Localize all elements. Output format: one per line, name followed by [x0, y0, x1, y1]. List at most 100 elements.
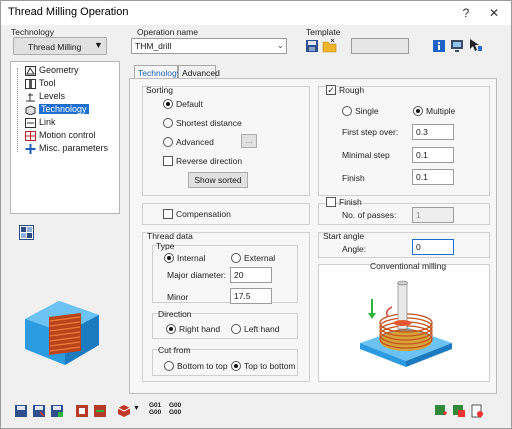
show-sorted-button[interactable]: Show sorted [188, 172, 248, 188]
left-hand-radio[interactable] [231, 324, 241, 334]
thread-milling-dialog: Thread Milling Operation ? ✕ Technology … [0, 0, 512, 429]
save-template-icon[interactable] [305, 39, 319, 53]
single-radio[interactable] [342, 106, 352, 116]
bottom-to-top-label: Bottom to top [177, 361, 228, 371]
gcode-button-2[interactable]: G00 G00 [169, 402, 181, 416]
first-step-over-label: First step over: [342, 127, 399, 137]
sorting-default-label: Default [176, 99, 203, 109]
conventional-milling-label: Conventional milling [370, 261, 447, 271]
major-diameter-label: Major diameter: [167, 270, 227, 280]
geometry-add-icon[interactable] [75, 404, 89, 418]
angle-label: Angle: [342, 244, 367, 254]
compensation-label: Compensation [176, 209, 231, 219]
geometry-remove-icon[interactable] [93, 404, 107, 418]
parameters-tree: Geometry Tool Levels Technology Link Mot… [10, 61, 120, 214]
technology-dropdown[interactable]: Thread Milling ▼ [13, 37, 107, 55]
chevron-down-icon[interactable]: ▼ [133, 405, 140, 412]
thread-part-illustration [25, 301, 99, 365]
conventional-milling-illustration [360, 280, 452, 367]
close-button[interactable]: ✕ [485, 4, 503, 22]
first-step-over-input[interactable]: 0.3 [412, 124, 454, 140]
open-template-icon[interactable] [322, 38, 337, 53]
motion-control-icon [25, 131, 36, 141]
save-close-icon[interactable] [32, 404, 46, 418]
delete-operation-icon[interactable] [470, 404, 484, 418]
geometry-icon [25, 66, 36, 76]
angle-input[interactable]: 0 [412, 239, 454, 255]
top-to-bottom-radio[interactable] [231, 361, 241, 371]
major-diameter-input[interactable]: 20 [230, 267, 272, 283]
help-button[interactable]: ? [457, 4, 475, 22]
external-label: External [244, 253, 276, 263]
layout-icon[interactable] [19, 225, 34, 240]
internal-label: Internal [177, 253, 206, 263]
bottom-toolbar: ▼ G01 G00 G00 G00 [1, 399, 511, 425]
misc-parameters-icon [25, 144, 36, 154]
chevron-down-icon: ⌄ [277, 41, 284, 50]
template-field[interactable] [351, 38, 409, 54]
tree-line [17, 68, 18, 152]
window-title: Thread Milling Operation [8, 6, 129, 18]
info-icon[interactable] [432, 39, 446, 53]
title-bar: Thread Milling Operation ? ✕ [1, 1, 511, 25]
top-to-bottom-label: Top to bottom [244, 361, 296, 371]
passes-input[interactable]: 1 [412, 207, 454, 223]
gcode-button-1[interactable]: G01 G00 [149, 402, 161, 416]
right-hand-label: Right hand [179, 324, 221, 334]
tab-technology[interactable]: Technology [134, 65, 181, 79]
cut-from-label: Cut from [158, 345, 191, 355]
link-icon [25, 118, 36, 128]
operation-name-value: THM_drill [135, 41, 172, 51]
reverse-direction-checkbox[interactable] [163, 156, 173, 166]
technology-panel: Sorting Default Shortest distance Advanc… [129, 78, 497, 394]
reverse-direction-label: Reverse direction [176, 156, 243, 166]
tab-advanced[interactable]: Advanced [178, 65, 220, 79]
finish-step-input[interactable]: 0.1 [412, 169, 454, 185]
finish-label: Finish [339, 197, 362, 207]
external-radio[interactable] [231, 253, 241, 263]
right-hand-radio[interactable] [166, 324, 176, 334]
finish-checkbox[interactable] [326, 197, 336, 207]
sorting-shortest-radio[interactable] [163, 118, 173, 128]
sorting-shortest-label: Shortest distance [176, 118, 242, 128]
start-angle-label: Start angle [323, 231, 365, 241]
sorting-advanced-button[interactable]: ... [241, 134, 257, 148]
direction-label: Direction [158, 309, 192, 319]
type-label: Type [156, 241, 175, 251]
single-label: Single [355, 106, 379, 116]
passes-label: No. of passes: [342, 210, 397, 220]
minimal-step-input[interactable]: 0.1 [412, 147, 454, 163]
operation-name-label: Operation name [137, 27, 198, 37]
save-calculate-icon[interactable] [50, 404, 64, 418]
left-hand-label: Left hand [244, 324, 280, 334]
sorting-default-radio[interactable] [163, 99, 173, 109]
template-label: Template [306, 27, 341, 37]
technology-icon [25, 105, 36, 115]
multiple-label: Multiple [426, 106, 456, 116]
minor-input[interactable]: 17.5 [230, 288, 272, 304]
levels-icon [26, 93, 35, 102]
rough-checkbox[interactable]: ✓ [326, 85, 336, 95]
multiple-radio[interactable] [413, 106, 423, 116]
finish-step-label: Finish [342, 173, 365, 183]
thread-data-label: Thread data [147, 231, 193, 241]
minor-label: Minor [167, 292, 189, 302]
add-operation-icon[interactable] [434, 404, 448, 418]
sorting-label: Sorting [146, 85, 173, 95]
minimal-step-label: Minimal step [342, 150, 390, 160]
simulation-icon[interactable] [117, 404, 131, 418]
compensation-checkbox[interactable] [163, 209, 173, 219]
technology-value: Thread Milling [28, 42, 82, 52]
copy-operation-icon[interactable] [452, 404, 466, 418]
internal-radio[interactable] [164, 253, 174, 263]
technology-label: Technology [11, 27, 55, 37]
tool-icon [25, 79, 36, 89]
chevron-down-icon: ▼ [94, 40, 103, 50]
bottom-to-top-radio[interactable] [164, 361, 174, 371]
save-icon[interactable] [14, 404, 28, 418]
display-icon[interactable] [450, 38, 464, 52]
rough-label: Rough [339, 85, 365, 95]
pick-pointer-icon[interactable] [468, 38, 482, 52]
operation-name-field[interactable]: THM_drill ⌄ [131, 38, 287, 54]
sorting-advanced-radio[interactable] [163, 137, 173, 147]
